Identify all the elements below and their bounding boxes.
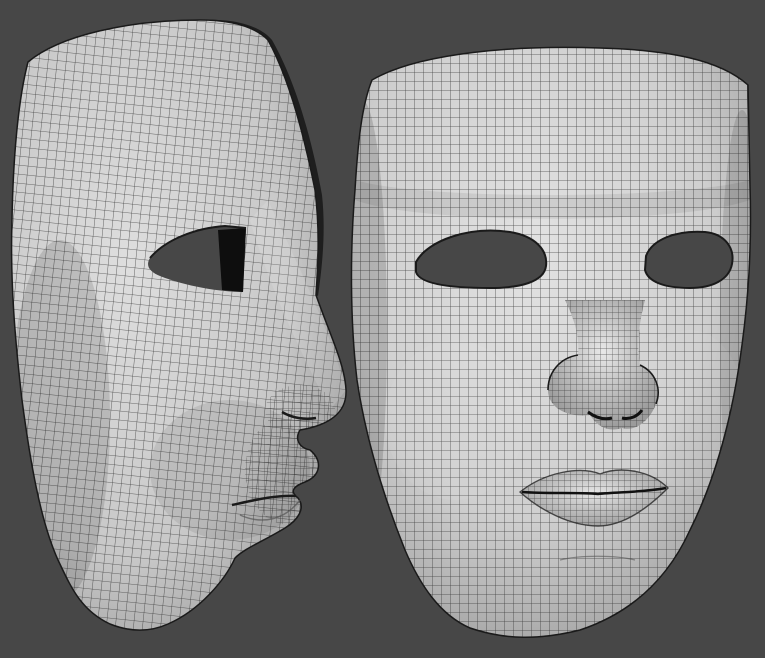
3d-viewport[interactable]: [0, 0, 765, 658]
viewport-canvas: [0, 0, 764, 658]
mask-side-view[interactable]: [0, 0, 360, 658]
eye-hole-inner-wall: [218, 228, 246, 292]
mask-front-view[interactable]: [337, 40, 764, 650]
